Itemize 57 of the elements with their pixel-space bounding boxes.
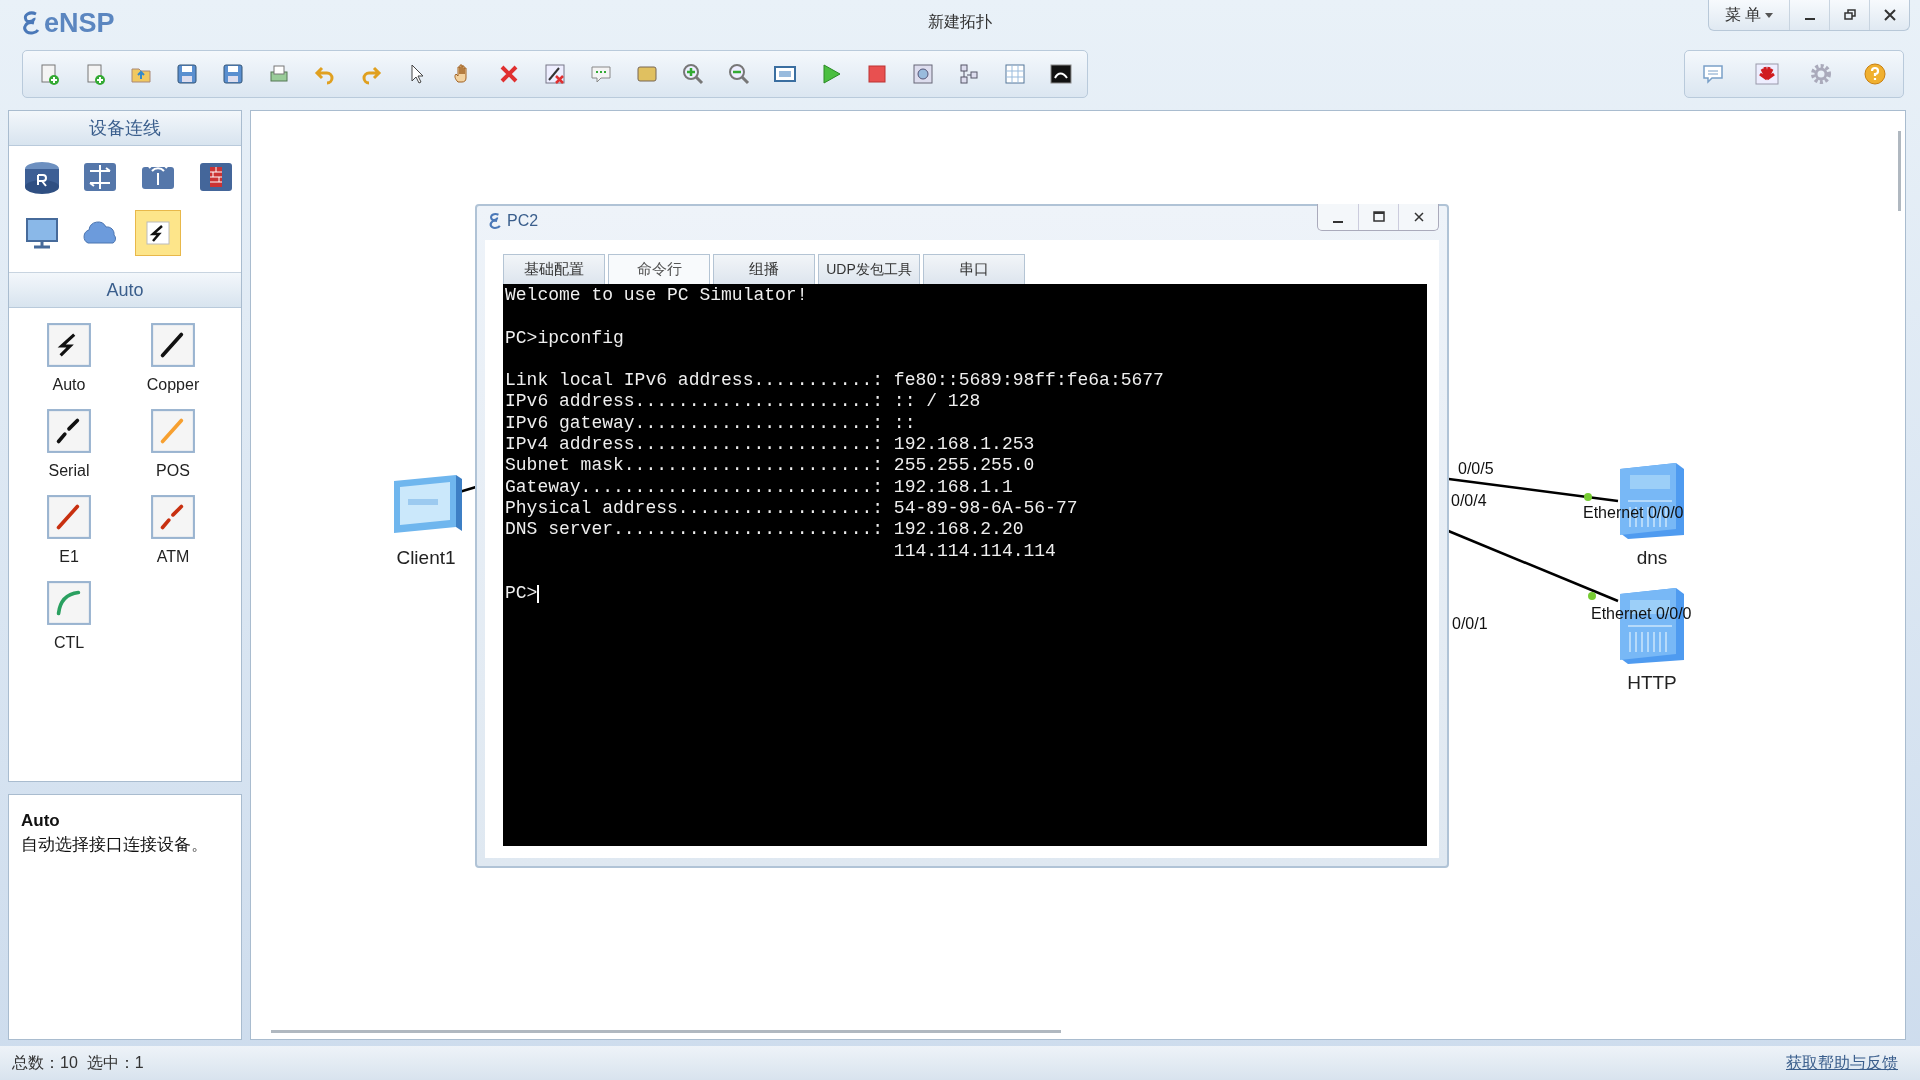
port-label: 0/0/4 [1451, 492, 1487, 510]
close-icon [1412, 211, 1425, 223]
node-label: Client1 [396, 547, 456, 569]
cable-icon[interactable] [46, 322, 92, 368]
node-label: HTTP [1627, 672, 1677, 694]
terminal-line: Link local IPv6 address...........: fe80::5689:98ff:fe6a:5677 [505, 370, 1164, 392]
terminal-line: IPv6 address......................: :: / 128 [505, 391, 981, 413]
terminal-line: PC>ipconfig [505, 327, 624, 349]
cable-icon[interactable] [135, 210, 181, 256]
terminal-line: 114.114.114.114 [892, 540, 1056, 562]
cable-icon[interactable] [150, 322, 196, 368]
help-link[interactable]: 获取帮助与反馈 [1786, 1052, 1898, 1074]
cable-icon[interactable] [46, 408, 92, 454]
cable-label: E1 [59, 548, 79, 566]
maximize-icon [1372, 211, 1385, 223]
tab[interactable]: UDP发包工具 [818, 254, 920, 284]
description-title: Auto [21, 811, 61, 831]
app-logo: eNSP [44, 7, 115, 39]
cable-label: ATM [156, 548, 190, 566]
panel-header: Auto [9, 273, 241, 308]
cable-label: Auto [52, 376, 86, 394]
node-label: dns [1636, 547, 1668, 569]
port-dot [1584, 493, 1592, 501]
tab[interactable]: 命令行 [608, 254, 710, 284]
logo-icon [20, 10, 42, 36]
terminal-line: Welcome to use PC Simulator! [505, 285, 808, 307]
minimize-icon [1332, 220, 1344, 223]
terminal-line: Gateway...........................: 192.168.1.1 [505, 476, 1013, 498]
terminal-line: Physical address..................: 54-89-98-6A-56-77 [505, 497, 1078, 520]
terminal-line: IPv6 gateway......................: :: [505, 412, 916, 435]
scrollbar[interactable] [1898, 131, 1901, 211]
close-icon [1883, 9, 1896, 21]
terminal-line: PC> [505, 583, 538, 605]
restore-icon [1843, 9, 1856, 21]
caret-icon [1765, 12, 1774, 18]
cable-label: Serial [48, 462, 90, 480]
terminal-line: IPv4 address......................: 192.168.1.253 [505, 434, 1035, 456]
scrollbar[interactable] [271, 1030, 1061, 1033]
terminal-line: Subnet mask.......................: 255.255.255.0 [505, 455, 1035, 477]
tab[interactable]: 串口 [923, 254, 1025, 284]
minimize-icon [1803, 18, 1816, 20]
terminal-line: DNS server........................: 192.168.2.20 [505, 519, 1024, 541]
cable-label: Copper [146, 376, 200, 394]
text-cursor [537, 584, 540, 603]
window-title: 新建拓扑 [928, 12, 992, 32]
panel-header: 设备连线 [9, 111, 241, 146]
tab[interactable]: 基础配置 [503, 254, 605, 284]
description-text: 自动选择接口连接设备。 [21, 835, 209, 856]
cable-label: CTL [53, 634, 85, 652]
port-dot [1588, 592, 1596, 600]
port-label: 0/0/1 [1452, 615, 1488, 633]
tab[interactable]: 组播 [713, 254, 815, 284]
port-label: 0/0/5 [1458, 460, 1494, 478]
status-text: 总数：10 选中：1 [12, 1052, 144, 1073]
cable-label: POS [156, 462, 190, 480]
window-title: PC2 [507, 212, 539, 230]
logo-icon [487, 212, 503, 230]
